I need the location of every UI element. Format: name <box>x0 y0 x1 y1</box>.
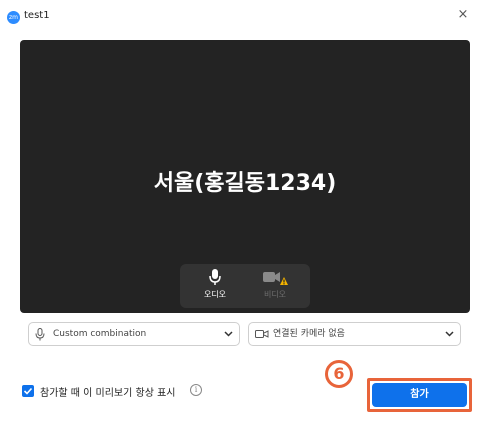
window-title: test1 <box>24 10 50 21</box>
always-show-preview-checkbox[interactable] <box>22 385 34 397</box>
chevron-down-icon <box>445 331 454 337</box>
audio-button[interactable]: 오디오 <box>190 268 240 304</box>
av-controls: 오디오 비디오 <box>180 264 310 308</box>
checkmark-icon <box>23 387 33 395</box>
close-button[interactable]: × <box>455 7 471 23</box>
join-button[interactable]: 참가 <box>372 383 467 407</box>
microphone-icon <box>35 328 45 341</box>
camera-warning-icon <box>263 272 288 285</box>
step-number-badge: 6 <box>325 360 353 388</box>
microphone-select[interactable]: Custom combination <box>28 322 240 346</box>
microphone-select-value: Custom combination <box>53 329 147 339</box>
info-icon[interactable]: i <box>190 384 202 396</box>
zoom-logo-icon: zm <box>7 11 20 24</box>
camera-icon <box>255 330 269 338</box>
camera-select[interactable]: 연결된 카메라 없음 <box>248 322 461 346</box>
participant-name: 서울(홍길동1234) <box>153 171 337 196</box>
camera-select-value: 연결된 카메라 없음 <box>273 329 345 339</box>
video-label: 비디오 <box>263 290 287 299</box>
title-bar: zm test1 × <box>0 0 479 30</box>
audio-label: 오디오 <box>203 290 227 299</box>
video-preview: 서울(홍길동1234) 오디오 비디오 <box>20 40 470 313</box>
microphone-icon <box>209 269 221 285</box>
always-show-preview-label[interactable]: 참가할 때 이 미리보기 항상 표시 <box>40 384 176 399</box>
video-button[interactable]: 비디오 <box>250 268 300 304</box>
chevron-down-icon <box>224 331 233 337</box>
